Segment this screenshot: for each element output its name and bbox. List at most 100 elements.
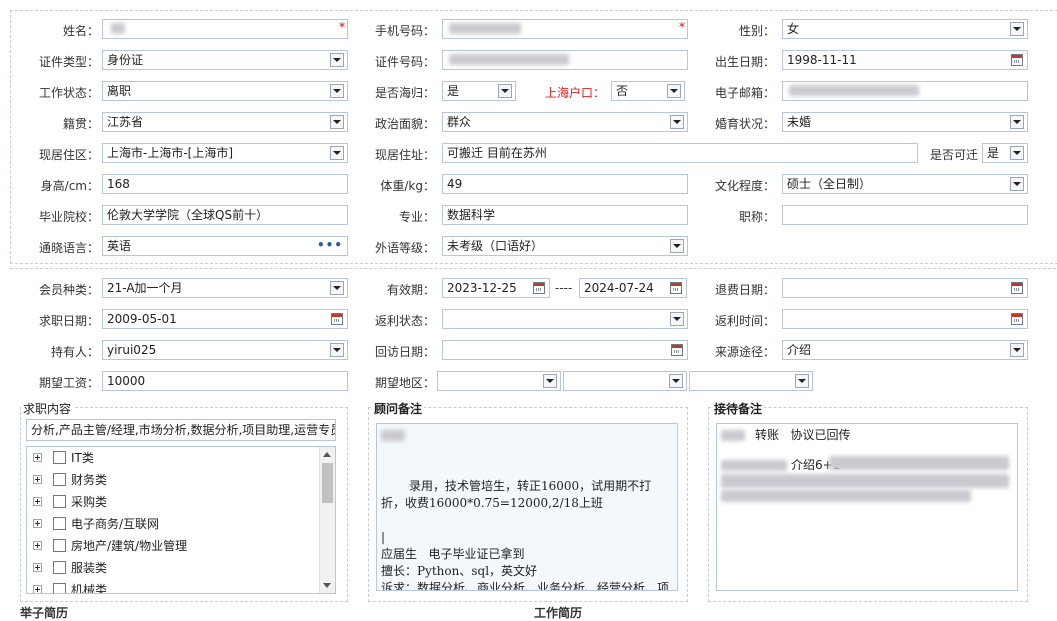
chevron-down-icon[interactable] — [795, 374, 809, 388]
rebate-time-field[interactable] — [782, 309, 1028, 329]
expand-icon[interactable] — [33, 497, 42, 506]
chevron-down-icon[interactable] — [330, 53, 344, 67]
id-number-field[interactable] — [442, 50, 688, 70]
current-address-field[interactable]: 可搬迁 目前在苏州 — [442, 143, 918, 163]
salary-field[interactable]: 10000 — [102, 371, 348, 391]
chevron-down-icon[interactable] — [543, 374, 557, 388]
expand-icon[interactable] — [33, 475, 42, 484]
visit-date-label: 回访日期： — [374, 345, 435, 359]
calendar-icon[interactable] — [670, 282, 682, 294]
email-label: 电子邮箱： — [714, 86, 775, 100]
source-label: 来源途径： — [714, 345, 775, 359]
member-type-select[interactable]: 21-A加一个月 — [102, 278, 348, 298]
chevron-down-icon[interactable] — [1010, 115, 1024, 129]
rebate-status-select[interactable] — [442, 309, 688, 329]
calendar-icon[interactable] — [533, 282, 545, 294]
validity-end-field[interactable]: 2024-07-24 — [579, 278, 687, 298]
school-field[interactable]: 伦敦大学学院（全球QS前十） — [102, 205, 348, 225]
phone-label: 手机号码： — [374, 24, 435, 38]
redacted-text — [721, 460, 787, 471]
phone-field[interactable]: * — [442, 19, 688, 39]
scroll-down-icon[interactable] — [323, 583, 331, 588]
chevron-down-icon[interactable] — [669, 374, 683, 388]
chevron-down-icon[interactable] — [330, 84, 344, 98]
calendar-icon[interactable] — [331, 313, 343, 325]
area-select-3[interactable] — [689, 371, 813, 391]
reception-notes-textarea[interactable]: 转账 协议已回传 介绍6+1 — [716, 423, 1018, 591]
chevron-down-icon[interactable] — [498, 84, 512, 98]
id-type-select[interactable]: 身份证 — [102, 50, 348, 70]
native-place-select[interactable]: 江苏省 — [102, 112, 348, 132]
refund-date-field[interactable] — [782, 278, 1028, 298]
birthdate-field[interactable]: 1998-11-11 — [782, 50, 1028, 70]
expand-icon[interactable] — [33, 541, 42, 550]
required-star: * — [339, 20, 345, 34]
chevron-down-icon[interactable] — [670, 239, 684, 253]
calendar-icon[interactable] — [1011, 282, 1023, 294]
marital-status-select[interactable]: 未婚 — [782, 112, 1028, 132]
chevron-down-icon[interactable] — [670, 115, 684, 129]
chevron-down-icon[interactable] — [1010, 177, 1024, 191]
expand-icon[interactable] — [33, 519, 42, 528]
job-date-field[interactable]: 2009-05-01 — [102, 309, 348, 329]
expand-icon[interactable] — [33, 563, 42, 572]
chevron-down-icon[interactable] — [1010, 22, 1024, 36]
name-field[interactable]: * — [102, 19, 348, 39]
title-field[interactable] — [782, 205, 1028, 225]
title-label: 职称： — [738, 210, 775, 224]
checkbox[interactable] — [53, 451, 66, 464]
chevron-down-icon[interactable] — [1010, 343, 1024, 357]
more-icon[interactable]: ••• — [317, 237, 343, 253]
calendar-icon[interactable] — [1011, 54, 1023, 66]
current-address-label: 现居住址： — [374, 148, 435, 162]
chevron-down-icon[interactable] — [1010, 146, 1024, 160]
redacted-text — [721, 474, 1009, 488]
chevron-down-icon[interactable] — [330, 146, 344, 160]
work-status-select[interactable]: 离职 — [102, 81, 348, 101]
visit-date-field[interactable] — [442, 340, 688, 360]
redacted-phone — [449, 23, 521, 34]
checkbox[interactable] — [53, 583, 66, 593]
email-field[interactable] — [782, 81, 1028, 101]
validity-start-field[interactable]: 2023-12-25 — [442, 278, 550, 298]
education-select[interactable]: 硕士（全日制） — [782, 174, 1028, 194]
returnee-select[interactable]: 是 — [442, 81, 516, 101]
checkbox[interactable] — [53, 539, 66, 552]
holder-label: 持有人： — [50, 345, 99, 359]
checkbox[interactable] — [53, 517, 66, 530]
checkbox[interactable] — [53, 473, 66, 486]
job-intent-summary[interactable]: 分析,产品主管/经理,市场分析,数据分析,项目助理,运营专员 — [26, 419, 336, 441]
calendar-icon[interactable] — [671, 344, 683, 356]
scroll-up-icon[interactable] — [323, 452, 331, 457]
chevron-down-icon[interactable] — [330, 343, 344, 357]
job-category-tree: IT类 财务类 采购类 电子商务/互联网 房地产/建筑/物业管理 服装类 机械类 — [26, 446, 336, 594]
language-field[interactable]: 英语 ••• — [102, 236, 348, 256]
calendar-icon[interactable] — [1011, 313, 1023, 325]
height-field[interactable]: 168 — [102, 174, 348, 194]
weight-field[interactable]: 49 — [442, 174, 688, 194]
foreign-level-select[interactable]: 未考级（口语好） — [442, 236, 688, 256]
checkbox[interactable] — [53, 561, 66, 574]
refund-date-label: 退费日期： — [714, 283, 775, 297]
expand-icon[interactable] — [33, 453, 42, 462]
scroll-thumb[interactable] — [322, 463, 333, 503]
returnee-label: 是否海归： — [374, 86, 435, 100]
relocatable-select[interactable]: 是 — [982, 143, 1028, 163]
chevron-down-icon[interactable] — [667, 84, 681, 98]
shanghai-hukou-select[interactable]: 否 — [611, 81, 685, 101]
area-select-1[interactable] — [437, 371, 561, 391]
source-select[interactable]: 介绍 — [782, 340, 1028, 360]
area-select-2[interactable] — [563, 371, 687, 391]
checkbox[interactable] — [53, 495, 66, 508]
major-field[interactable]: 数据科学 — [442, 205, 688, 225]
gender-select[interactable]: 女 — [782, 19, 1028, 39]
chevron-down-icon[interactable] — [670, 312, 684, 326]
expand-icon[interactable] — [33, 585, 42, 593]
holder-select[interactable]: yirui025 — [102, 340, 348, 360]
current-area-select[interactable]: 上海市-上海市-[上海市] — [102, 143, 348, 163]
tree-scrollbar[interactable] — [319, 447, 335, 593]
chevron-down-icon[interactable] — [330, 115, 344, 129]
consultant-notes-textarea[interactable]: 录用，技术管培生，转正16000，试用期不打折，收费16000*0.75=120… — [376, 423, 678, 591]
political-status-select[interactable]: 群众 — [442, 112, 688, 132]
chevron-down-icon[interactable] — [330, 281, 344, 295]
